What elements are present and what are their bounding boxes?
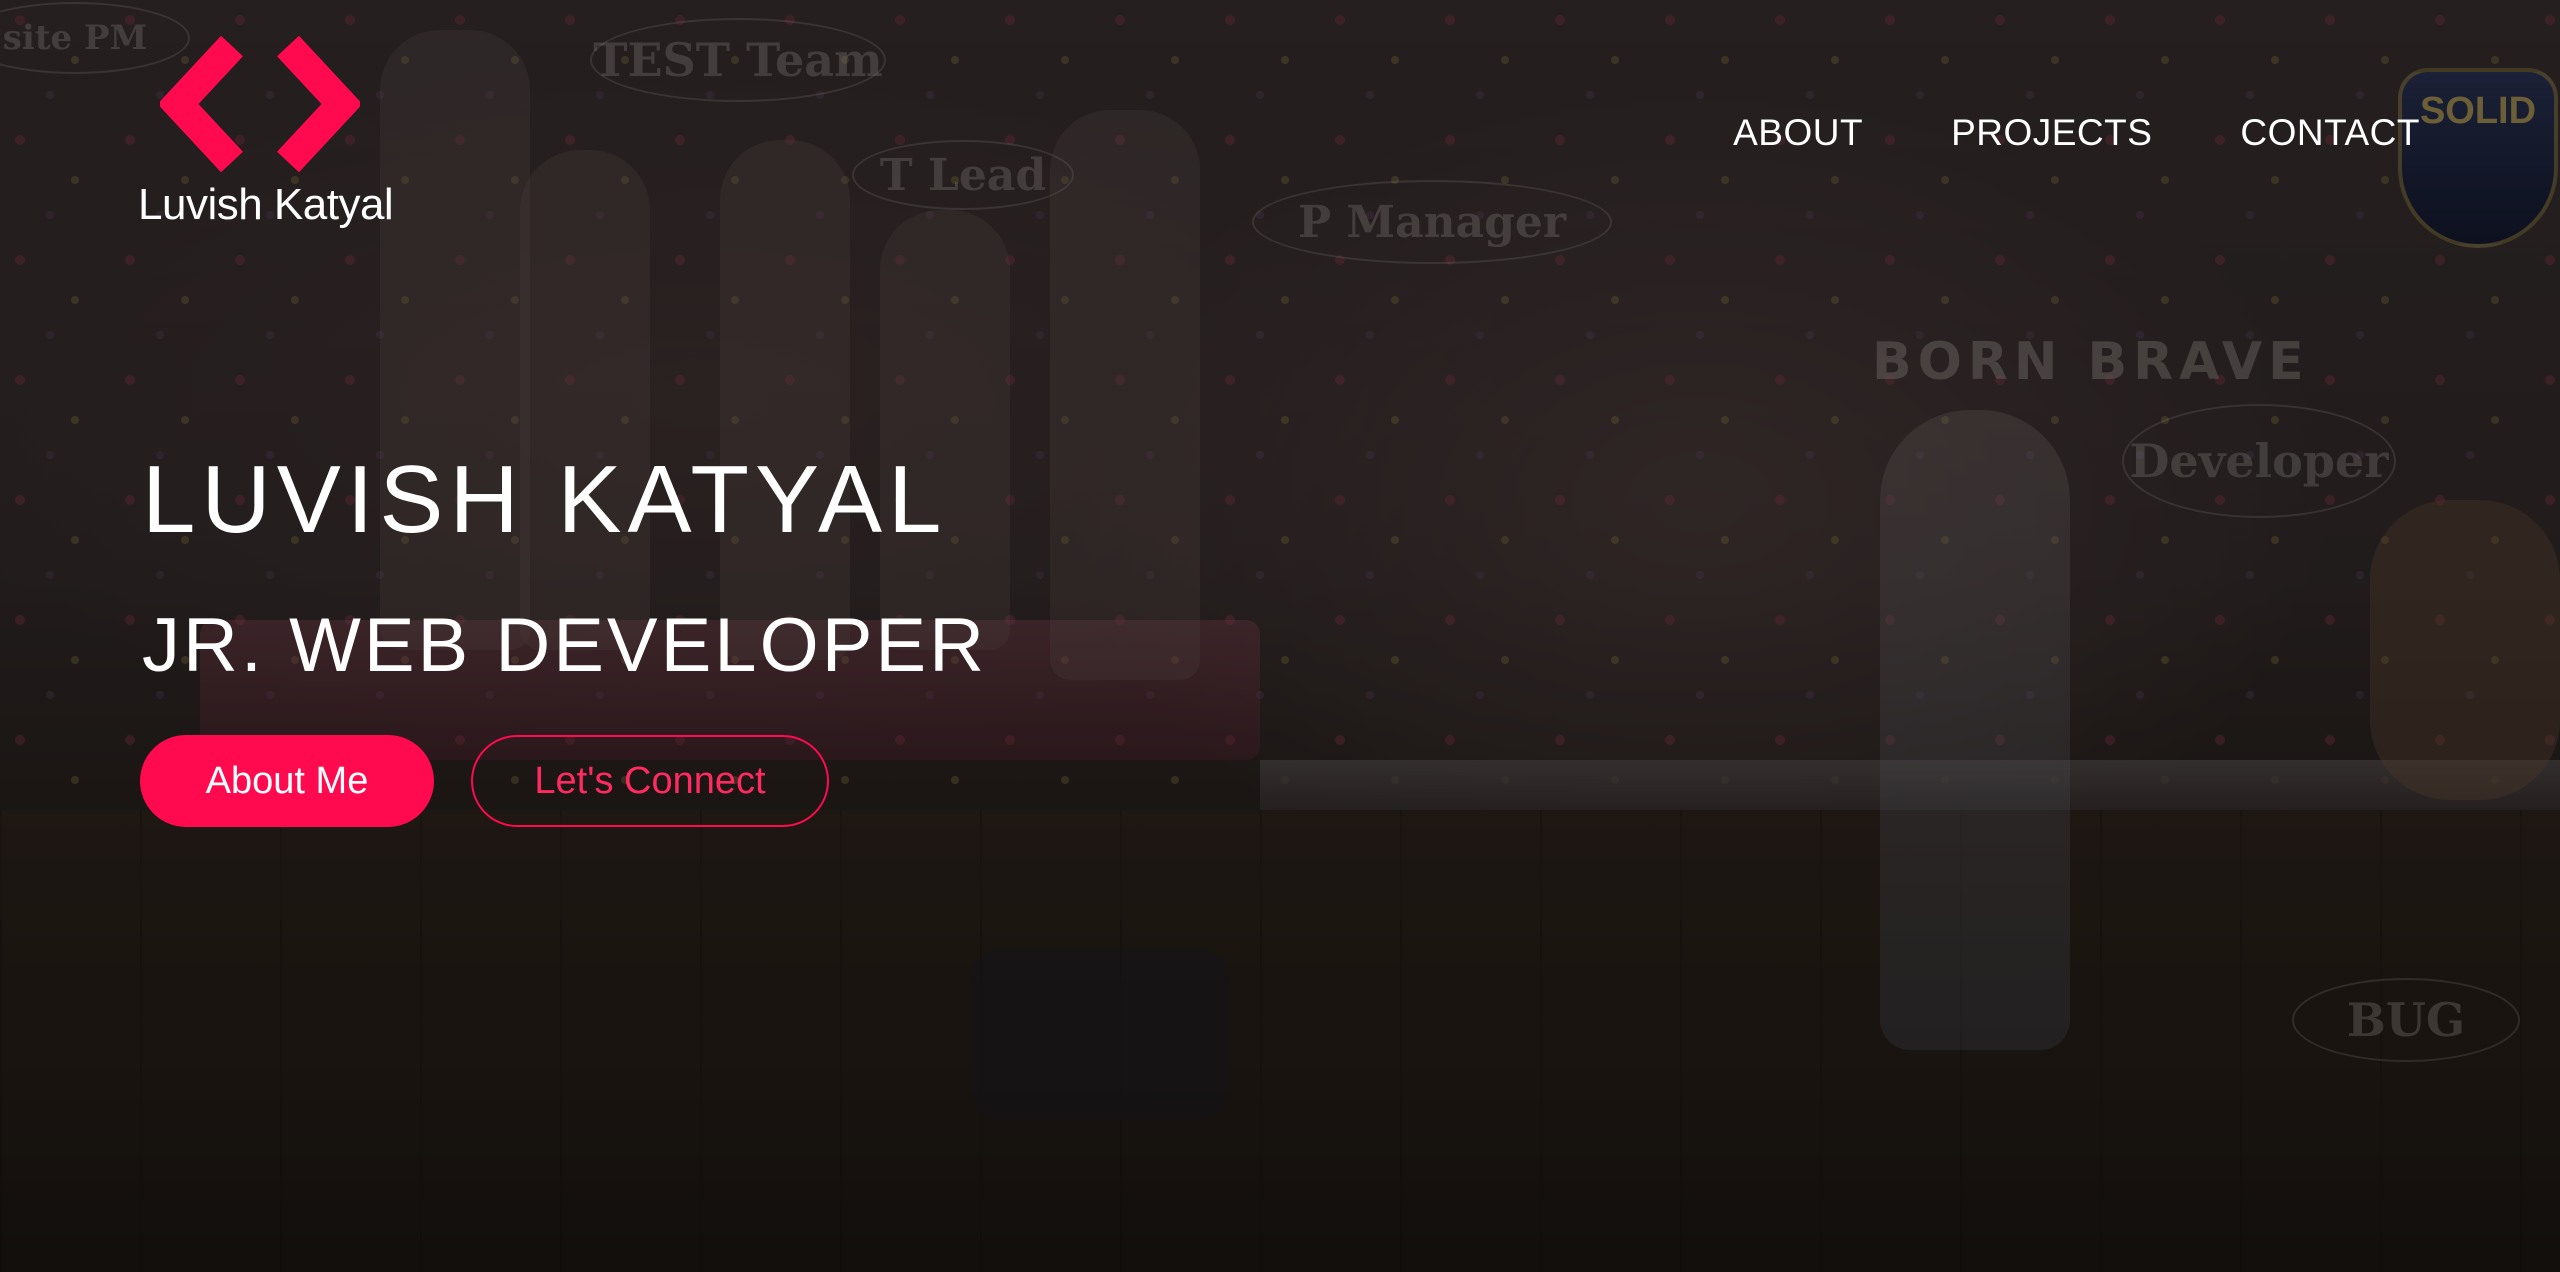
site-logo[interactable]: Luvish Katyal — [138, 36, 408, 246]
hero-section: site PM TEST Team T Lead P Manager Devel… — [0, 0, 2560, 1272]
main-nav: ABOUT PROJECTS CONTACT — [1733, 112, 2420, 154]
nav-projects-link[interactable]: PROJECTS — [1951, 112, 2152, 154]
code-brackets-icon — [160, 36, 360, 173]
lets-connect-button[interactable]: Let's Connect — [471, 735, 829, 827]
hero-name: LUVISH KATYAL — [142, 446, 948, 553]
nav-about-link[interactable]: ABOUT — [1733, 112, 1863, 154]
about-me-button[interactable]: About Me — [140, 735, 434, 827]
hero-role: JR. WEB DEVELOPER — [142, 603, 987, 688]
nav-contact-link[interactable]: CONTACT — [2240, 112, 2420, 154]
logo-text: Luvish Katyal — [138, 180, 394, 229]
